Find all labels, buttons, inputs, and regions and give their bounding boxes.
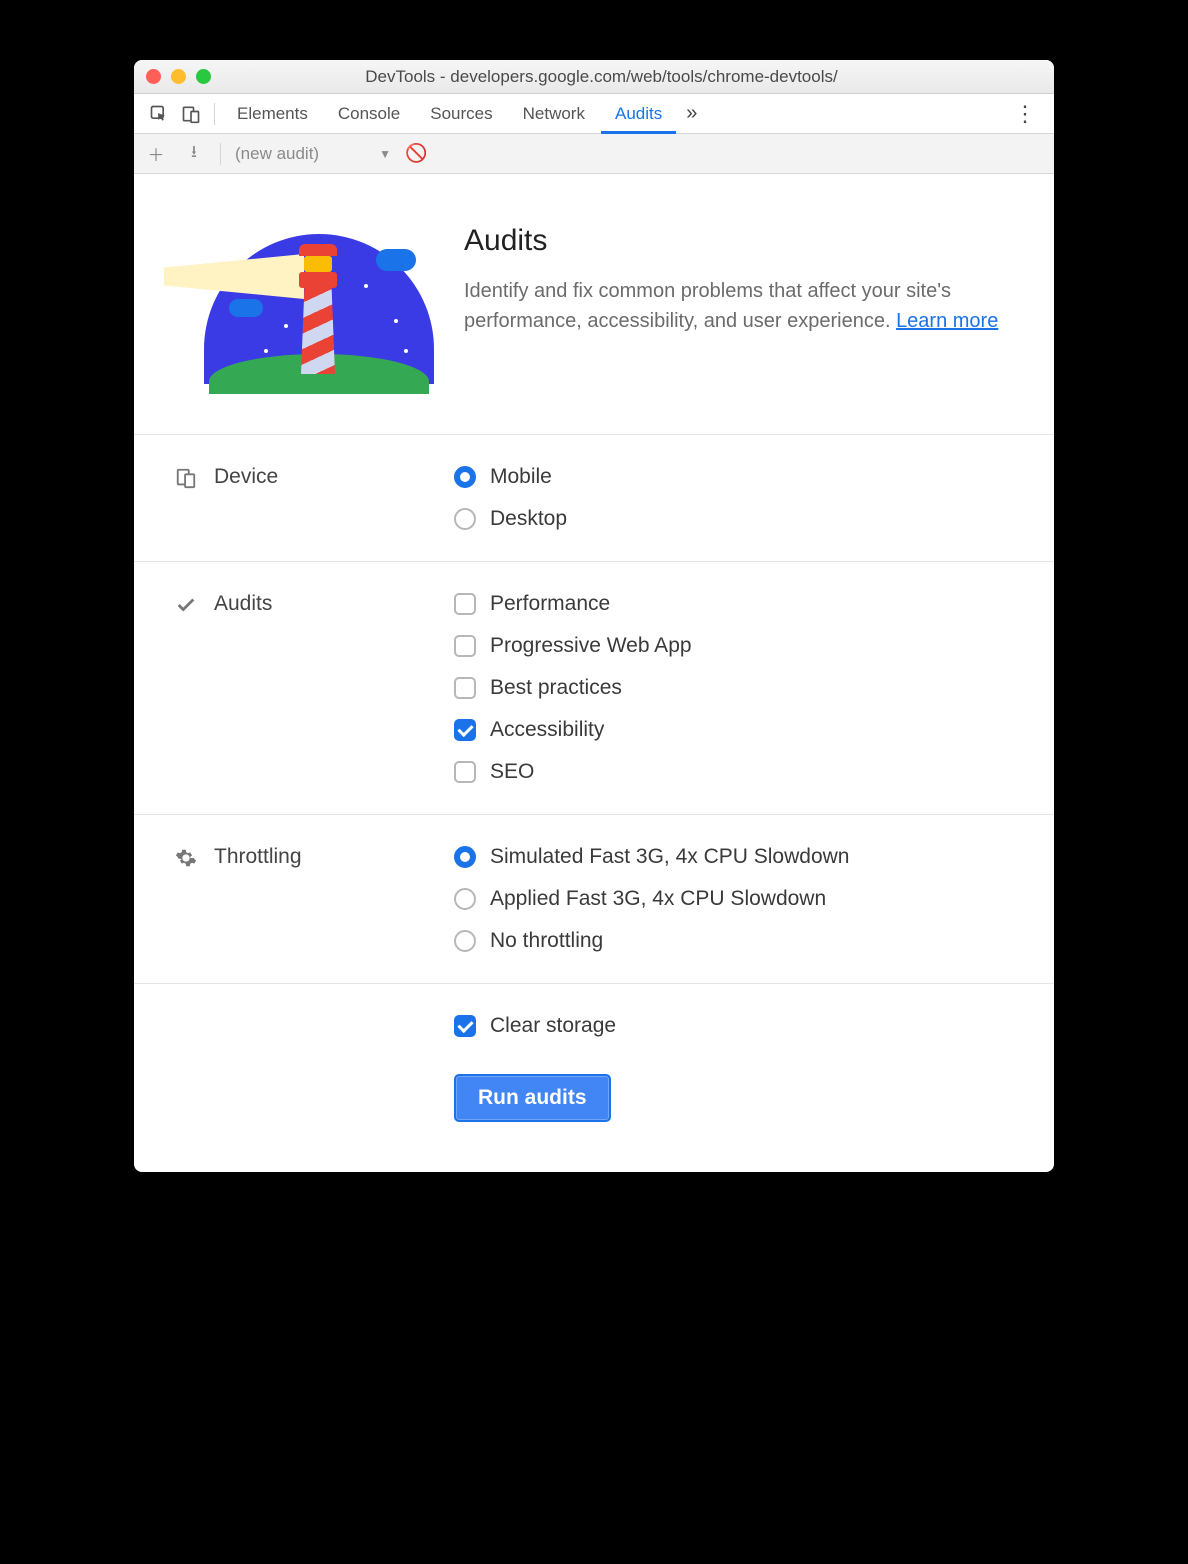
audits-toolbar: ＋ ⭳ (new audit) ▼ 🚫: [134, 134, 1054, 174]
option-label: Accessibility: [490, 718, 604, 742]
window-title: DevTools - developers.google.com/web/too…: [221, 67, 1042, 87]
audit-select-dropdown[interactable]: (new audit) ▼: [235, 144, 391, 164]
audit-select-label: (new audit): [235, 144, 319, 164]
section-audits: Audits Performance Progressive Web App B…: [134, 561, 1054, 814]
check-icon: [174, 592, 198, 616]
clear-icon[interactable]: 🚫: [405, 143, 427, 164]
tab-audits[interactable]: Audits: [601, 94, 676, 134]
tab-elements[interactable]: Elements: [223, 94, 322, 134]
checkbox-icon: [454, 761, 476, 783]
audits-panel: Audits Identify and fix common problems …: [134, 174, 1054, 1172]
audits-hero: Audits Identify and fix common problems …: [134, 174, 1054, 434]
toggle-device-toolbar-icon[interactable]: [176, 99, 206, 129]
audits-section-label: Audits: [214, 592, 272, 616]
checkbox-icon: [454, 1015, 476, 1037]
device-icon: [174, 465, 198, 489]
inspect-element-icon[interactable]: [144, 99, 174, 129]
radio-device-desktop[interactable]: Desktop: [454, 507, 1014, 531]
checkbox-accessibility[interactable]: Accessibility: [454, 718, 1014, 742]
minimize-window-button[interactable]: [171, 69, 186, 84]
option-label: Clear storage: [490, 1014, 616, 1038]
checkbox-icon: [454, 593, 476, 615]
tab-sources[interactable]: Sources: [416, 94, 506, 134]
checkbox-icon: [454, 635, 476, 657]
tab-console[interactable]: Console: [324, 94, 414, 134]
option-label: Desktop: [490, 507, 567, 531]
option-label: Simulated Fast 3G, 4x CPU Slowdown: [490, 845, 849, 869]
option-label: Progressive Web App: [490, 634, 692, 658]
audits-hero-text: Audits Identify and fix common problems …: [464, 224, 1014, 394]
audits-description-text: Identify and fix common problems that af…: [464, 280, 951, 332]
radio-throttling-applied[interactable]: Applied Fast 3G, 4x CPU Slowdown: [454, 887, 1014, 911]
devtools-tabstrip: Elements Console Sources Network Audits …: [134, 94, 1054, 134]
traffic-lights: [146, 69, 211, 84]
tab-network[interactable]: Network: [509, 94, 599, 134]
radio-throttling-simulated[interactable]: Simulated Fast 3G, 4x CPU Slowdown: [454, 845, 1014, 869]
radio-throttling-none[interactable]: No throttling: [454, 929, 1014, 953]
checkbox-clear-storage[interactable]: Clear storage: [454, 1014, 616, 1038]
section-throttling: Throttling Simulated Fast 3G, 4x CPU Slo…: [134, 814, 1054, 983]
checkbox-icon: [454, 719, 476, 741]
audits-description: Identify and fix common problems that af…: [464, 276, 1014, 336]
option-label: No throttling: [490, 929, 603, 953]
divider: [220, 143, 221, 165]
section-device: Device Mobile Desktop: [134, 434, 1054, 561]
option-label: Applied Fast 3G, 4x CPU Slowdown: [490, 887, 826, 911]
download-report-icon[interactable]: ⭳: [182, 139, 206, 168]
lighthouse-illustration: [174, 224, 434, 394]
device-section-label: Device: [214, 465, 278, 489]
settings-kebab-icon[interactable]: ⋮: [1006, 101, 1044, 127]
devtools-window: DevTools - developers.google.com/web/too…: [134, 60, 1054, 1172]
chevron-down-icon: ▼: [379, 147, 391, 161]
checkbox-best-practices[interactable]: Best practices: [454, 676, 1014, 700]
throttling-section-label: Throttling: [214, 845, 302, 869]
learn-more-link[interactable]: Learn more: [896, 310, 998, 332]
option-label: Mobile: [490, 465, 552, 489]
radio-icon: [454, 466, 476, 488]
checkbox-icon: [454, 677, 476, 699]
section-clear-storage: Clear storage: [134, 983, 1054, 1046]
window-titlebar: DevTools - developers.google.com/web/too…: [134, 60, 1054, 94]
radio-icon: [454, 888, 476, 910]
maximize-window-button[interactable]: [196, 69, 211, 84]
close-window-button[interactable]: [146, 69, 161, 84]
radio-icon: [454, 508, 476, 530]
option-label: Best practices: [490, 676, 622, 700]
run-audits-button[interactable]: Run audits: [454, 1074, 611, 1122]
option-label: Performance: [490, 592, 610, 616]
checkbox-seo[interactable]: SEO: [454, 760, 1014, 784]
gear-icon: [174, 845, 198, 869]
more-tabs-icon[interactable]: »: [678, 102, 705, 125]
checkbox-performance[interactable]: Performance: [454, 592, 1014, 616]
option-label: SEO: [490, 760, 534, 784]
divider: [214, 103, 215, 125]
radio-icon: [454, 846, 476, 868]
checkbox-pwa[interactable]: Progressive Web App: [454, 634, 1014, 658]
audits-heading: Audits: [464, 224, 1014, 258]
radio-device-mobile[interactable]: Mobile: [454, 465, 1014, 489]
new-audit-plus-icon[interactable]: ＋: [144, 141, 168, 166]
radio-icon: [454, 930, 476, 952]
